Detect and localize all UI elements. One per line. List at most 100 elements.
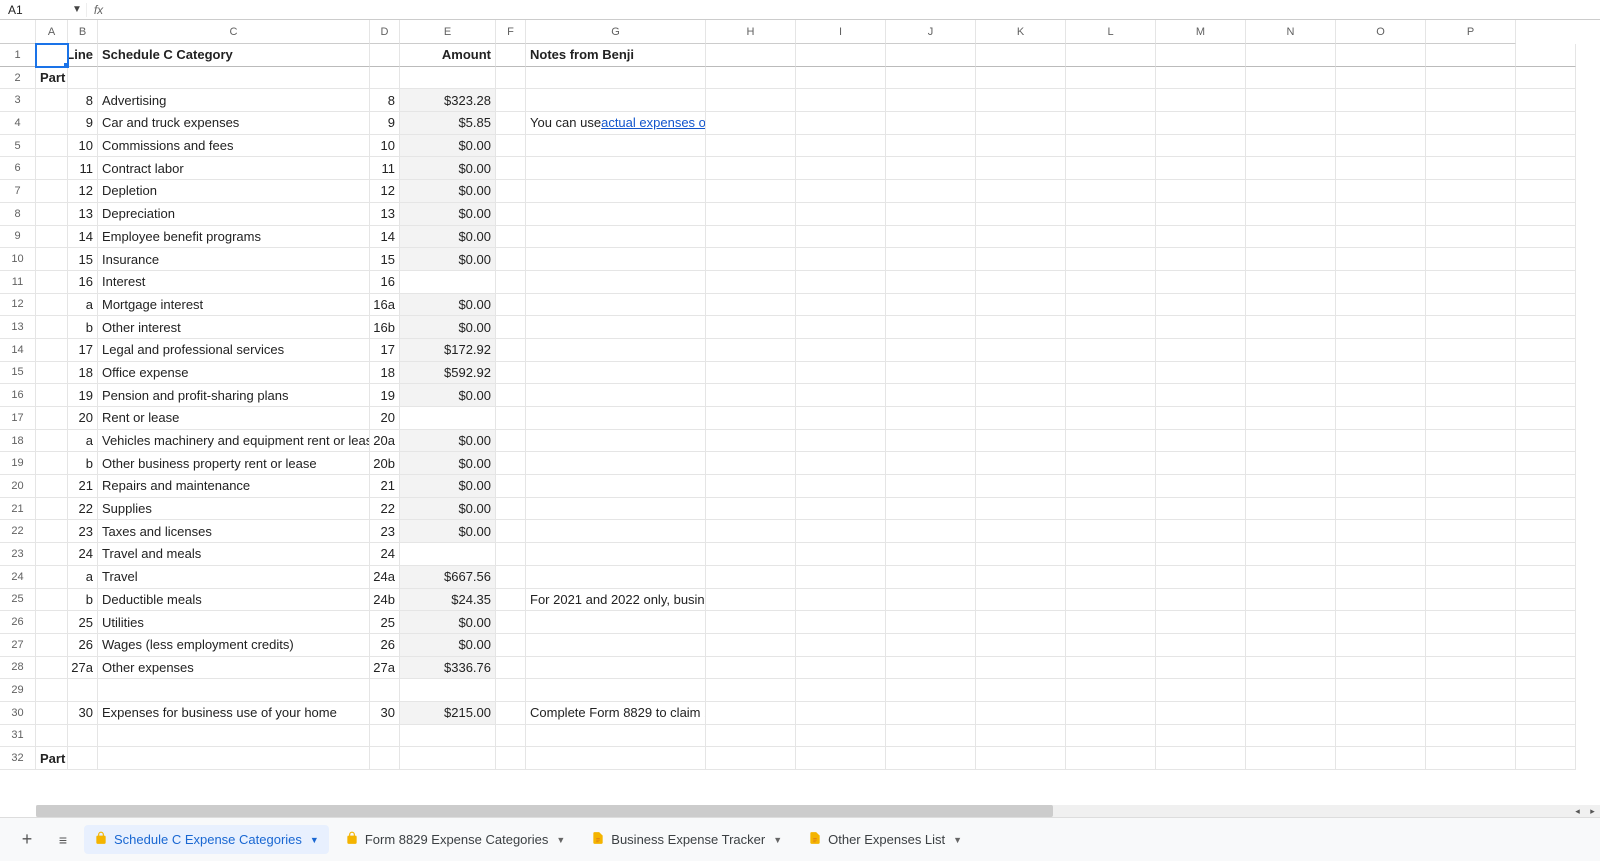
cell[interactable]: 26 bbox=[68, 634, 98, 657]
cell[interactable] bbox=[496, 294, 526, 317]
cell[interactable]: 22 bbox=[370, 498, 400, 521]
cell[interactable] bbox=[886, 384, 976, 407]
cell[interactable] bbox=[496, 679, 526, 702]
cell[interactable] bbox=[36, 430, 68, 453]
cell[interactable] bbox=[976, 452, 1066, 475]
cell[interactable]: $172.92 bbox=[400, 339, 496, 362]
cell[interactable] bbox=[1156, 543, 1246, 566]
cell[interactable] bbox=[1246, 203, 1336, 226]
cell[interactable] bbox=[526, 157, 706, 180]
cell[interactable]: $0.00 bbox=[400, 157, 496, 180]
cell[interactable] bbox=[1336, 611, 1426, 634]
cell[interactable] bbox=[36, 520, 68, 543]
cell[interactable] bbox=[496, 248, 526, 271]
cell[interactable] bbox=[496, 702, 526, 725]
cell[interactable] bbox=[1336, 203, 1426, 226]
cell[interactable] bbox=[1066, 543, 1156, 566]
cell[interactable]: $0.00 bbox=[400, 452, 496, 475]
cell[interactable] bbox=[370, 679, 400, 702]
cell[interactable] bbox=[1516, 566, 1576, 589]
col-header-A[interactable]: A bbox=[36, 20, 68, 44]
cell[interactable]: 23 bbox=[370, 520, 400, 543]
cell[interactable] bbox=[886, 725, 976, 748]
row-header[interactable]: 4 bbox=[0, 112, 36, 135]
cell[interactable]: 16 bbox=[68, 271, 98, 294]
cell[interactable] bbox=[706, 747, 796, 770]
row-header[interactable]: 15 bbox=[0, 362, 36, 385]
cell[interactable] bbox=[706, 89, 796, 112]
cell[interactable] bbox=[1336, 589, 1426, 612]
cell[interactable] bbox=[1246, 294, 1336, 317]
cell[interactable] bbox=[1156, 362, 1246, 385]
cell[interactable] bbox=[496, 203, 526, 226]
cell[interactable] bbox=[1246, 452, 1336, 475]
cell[interactable] bbox=[526, 362, 706, 385]
cell[interactable] bbox=[706, 339, 796, 362]
cell[interactable]: Amount bbox=[400, 44, 496, 67]
row-header[interactable]: 2 bbox=[0, 67, 36, 90]
cell[interactable] bbox=[976, 634, 1066, 657]
cell[interactable] bbox=[1516, 157, 1576, 180]
cell[interactable] bbox=[36, 657, 68, 680]
cell[interactable] bbox=[706, 498, 796, 521]
cell[interactable] bbox=[1426, 294, 1516, 317]
cell[interactable]: Schedule C Category bbox=[98, 44, 370, 67]
col-header-L[interactable]: L bbox=[1066, 20, 1156, 44]
col-header-H[interactable]: H bbox=[706, 20, 796, 44]
cell[interactable] bbox=[1156, 611, 1246, 634]
cell[interactable] bbox=[1426, 452, 1516, 475]
row-header[interactable]: 30 bbox=[0, 702, 36, 725]
row-header[interactable]: 28 bbox=[0, 657, 36, 680]
cell[interactable] bbox=[1336, 294, 1426, 317]
cell[interactable] bbox=[1156, 679, 1246, 702]
cell[interactable] bbox=[886, 339, 976, 362]
cell[interactable] bbox=[1246, 384, 1336, 407]
cell[interactable] bbox=[1066, 180, 1156, 203]
cell[interactable] bbox=[1246, 157, 1336, 180]
cell[interactable]: $667.56 bbox=[400, 566, 496, 589]
cell[interactable] bbox=[796, 362, 886, 385]
cell[interactable] bbox=[1516, 112, 1576, 135]
cell[interactable] bbox=[706, 407, 796, 430]
cell[interactable]: 22 bbox=[68, 498, 98, 521]
cell[interactable] bbox=[1426, 203, 1516, 226]
cell[interactable]: 30 bbox=[68, 702, 98, 725]
cell[interactable]: 24b bbox=[370, 589, 400, 612]
namebox-dropdown-icon[interactable]: ▼ bbox=[68, 4, 86, 15]
cell[interactable] bbox=[1066, 271, 1156, 294]
cell[interactable]: 21 bbox=[68, 475, 98, 498]
cell[interactable] bbox=[796, 294, 886, 317]
cell[interactable]: 27a bbox=[68, 657, 98, 680]
cell[interactable] bbox=[1336, 725, 1426, 748]
cell[interactable] bbox=[976, 271, 1066, 294]
cell[interactable] bbox=[1066, 725, 1156, 748]
cell[interactable] bbox=[796, 44, 886, 67]
cell[interactable] bbox=[1246, 634, 1336, 657]
cell[interactable] bbox=[1066, 316, 1156, 339]
cell[interactable] bbox=[796, 452, 886, 475]
cell[interactable]: Deductible meals bbox=[98, 589, 370, 612]
cell[interactable] bbox=[886, 634, 976, 657]
row-header[interactable]: 24 bbox=[0, 566, 36, 589]
row-header[interactable]: 22 bbox=[0, 520, 36, 543]
cell[interactable] bbox=[1336, 226, 1426, 249]
cell[interactable] bbox=[1246, 67, 1336, 90]
cell[interactable] bbox=[1426, 362, 1516, 385]
cell[interactable] bbox=[1336, 67, 1426, 90]
cell[interactable]: 11 bbox=[68, 157, 98, 180]
cell[interactable] bbox=[1426, 316, 1516, 339]
cell[interactable] bbox=[976, 611, 1066, 634]
cell[interactable] bbox=[1156, 112, 1246, 135]
cell[interactable] bbox=[36, 316, 68, 339]
cell[interactable] bbox=[886, 611, 976, 634]
cell[interactable] bbox=[36, 271, 68, 294]
cell[interactable] bbox=[976, 112, 1066, 135]
cell[interactable]: 17 bbox=[370, 339, 400, 362]
cell[interactable] bbox=[1426, 634, 1516, 657]
cell[interactable]: 16b bbox=[370, 316, 400, 339]
cell[interactable]: $336.76 bbox=[400, 657, 496, 680]
cell[interactable] bbox=[1066, 248, 1156, 271]
cell[interactable] bbox=[496, 566, 526, 589]
cell[interactable]: 30 bbox=[370, 702, 400, 725]
cell[interactable] bbox=[1066, 634, 1156, 657]
